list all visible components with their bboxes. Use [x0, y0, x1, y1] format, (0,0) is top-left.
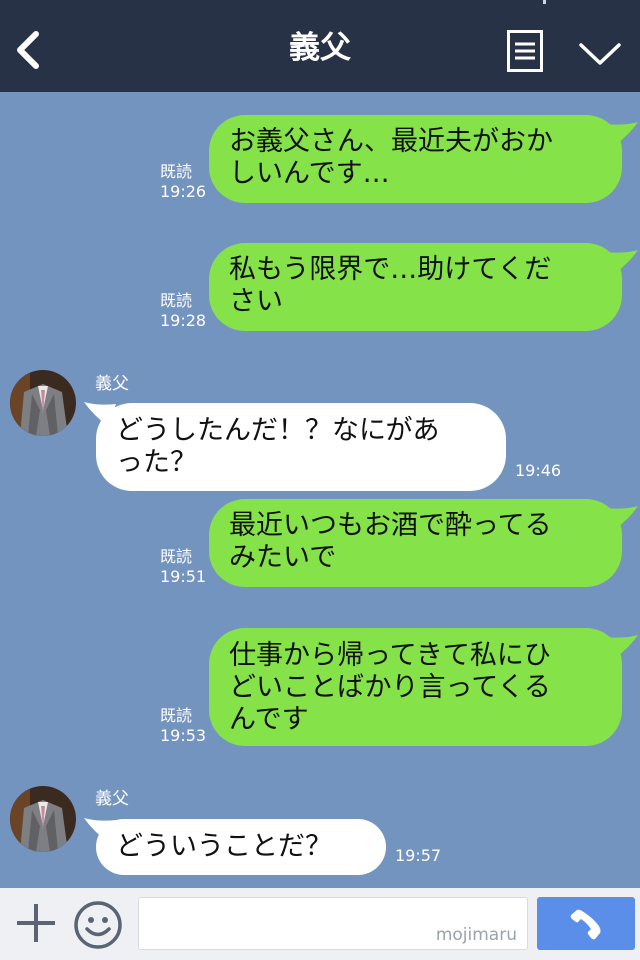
avatar[interactable] [10, 370, 76, 436]
bubble-tail [606, 635, 638, 659]
bubble-tail [606, 506, 638, 530]
outgoing-message-bubble[interactable]: 最近いつもお酒で酔ってる みたいで [209, 499, 622, 587]
message-time: 19:53 [160, 726, 207, 745]
read-receipt: 既読 [160, 547, 193, 566]
phone-icon [570, 909, 601, 940]
smiley-icon[interactable] [73, 900, 123, 950]
message-text: どういうことだ？ [116, 831, 332, 862]
message-time: 19:46 [515, 461, 562, 480]
message-meta: 既読 19:26 [160, 162, 206, 202]
message-text: 最近いつもお酒で酔ってる みたいで [229, 510, 552, 573]
message-input[interactable]: mojimaru [138, 897, 528, 950]
outgoing-message-bubble[interactable]: 仕事から帰ってきて私にひ どいことばかり言ってくる んです [209, 628, 622, 746]
watermark: mojimaru [435, 925, 517, 945]
sender-name: 義父 [95, 789, 129, 809]
message-text: お義父さん、最近夫がおか しいんです… [229, 126, 553, 189]
message-meta: 既読 19:28 [160, 291, 206, 331]
menu-list-icon[interactable] [507, 30, 543, 72]
plus-icon[interactable] [15, 902, 57, 944]
suit-avatar-icon [10, 370, 76, 436]
bubble-tail [606, 250, 638, 274]
outgoing-message-bubble[interactable]: 私もう限界で…助けてくだ さい [209, 243, 622, 331]
incoming-message-bubble[interactable]: どうしたんだ！？なにがあ った？ [96, 403, 506, 491]
read-receipt: 既読 [160, 162, 193, 181]
incoming-message-bubble[interactable]: どういうことだ？ [96, 819, 386, 875]
message-time: 19:57 [395, 846, 442, 865]
message-meta: 既読 19:53 [160, 706, 206, 746]
read-receipt: 既読 [160, 291, 193, 310]
outgoing-message-bubble[interactable]: お義父さん、最近夫がおか しいんです… [209, 115, 622, 203]
message-text: どうしたんだ！？なにがあ った？ [116, 415, 440, 478]
call-button[interactable] [537, 897, 635, 950]
message-text: 仕事から帰ってきて私にひ どいことばかり言ってくる んです [229, 640, 551, 735]
read-receipt: 既読 [160, 706, 193, 725]
avatar[interactable] [10, 786, 76, 852]
chat-header: 義父 [0, 0, 640, 92]
message-time: 19:28 [160, 311, 207, 330]
chat-title: 義父 [289, 30, 351, 66]
message-time: 19:26 [160, 182, 207, 201]
chevron-down-icon[interactable] [578, 40, 622, 68]
message-meta: 既読 19:51 [160, 547, 206, 587]
message-text: 私もう限界で…助けてくだ さい [229, 254, 552, 317]
sender-name: 義父 [95, 374, 129, 394]
status-bar-fragment [543, 0, 546, 4]
suit-avatar-icon [10, 786, 76, 852]
bubble-tail [606, 122, 638, 146]
message-time: 19:51 [160, 567, 207, 586]
